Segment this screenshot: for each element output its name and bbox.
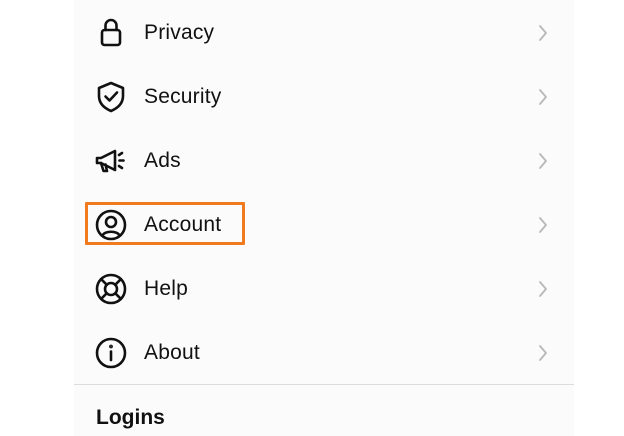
settings-item-ads[interactable]: Ads: [74, 129, 574, 193]
lifebuoy-icon: [93, 271, 129, 307]
info-icon: [93, 335, 129, 371]
section-divider: [74, 384, 574, 385]
settings-item-help[interactable]: Help: [74, 257, 574, 321]
settings-item-label: Account: [144, 213, 222, 236]
settings-item-label: Privacy: [144, 21, 215, 44]
settings-item-label: Security: [144, 85, 222, 108]
chevron-right-icon: [536, 23, 550, 43]
chevron-right-icon: [536, 343, 550, 363]
settings-item-label: About: [144, 341, 200, 364]
user-circle-icon: [93, 207, 129, 243]
settings-item-label: Ads: [144, 149, 181, 172]
settings-item-account[interactable]: Account: [74, 193, 574, 257]
lock-icon: [93, 15, 129, 51]
chevron-right-icon: [536, 279, 550, 299]
chevron-right-icon: [536, 87, 550, 107]
chevron-right-icon: [536, 151, 550, 171]
settings-item-security[interactable]: Security: [74, 65, 574, 129]
chevron-right-icon: [536, 215, 550, 235]
megaphone-icon: [93, 143, 129, 179]
settings-item-label: Help: [144, 277, 188, 300]
logins-section-title: Logins: [96, 406, 165, 429]
settings-item-about[interactable]: About: [74, 321, 574, 385]
shield-check-icon: [93, 79, 129, 115]
settings-item-privacy[interactable]: Privacy: [74, 1, 574, 65]
